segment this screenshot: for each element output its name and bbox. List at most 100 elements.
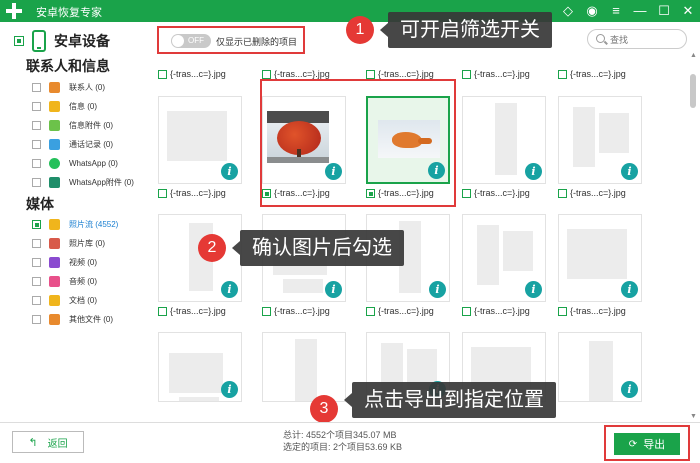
- item-checkbox[interactable]: [32, 314, 41, 324]
- item-checkbox[interactable]: [32, 238, 41, 248]
- device-row[interactable]: 安卓设备: [14, 30, 110, 52]
- blurred-screenshot: [589, 341, 613, 401]
- sidebar-item-label: 照片流 (4552): [69, 219, 119, 229]
- photo-thumbnail[interactable]: i: [158, 214, 242, 302]
- device-checkbox[interactable]: [14, 36, 24, 46]
- photo-thumbnail[interactable]: i: [558, 96, 642, 184]
- message-icon: [49, 100, 60, 112]
- info-icon[interactable]: i: [525, 281, 542, 298]
- photo-checkbox[interactable]: [462, 69, 471, 79]
- info-icon[interactable]: i: [621, 281, 638, 298]
- item-checkbox[interactable]: [32, 177, 41, 187]
- scroll-thumb[interactable]: [690, 74, 696, 108]
- sidebar-item-other-files[interactable]: 其他文件 (0): [32, 312, 113, 326]
- export-button[interactable]: ⟳ 导出: [614, 433, 680, 455]
- item-checkbox[interactable]: [32, 101, 41, 111]
- item-checkbox[interactable]: [32, 276, 41, 286]
- document-icon: [49, 294, 60, 306]
- info-icon[interactable]: i: [525, 163, 542, 180]
- photo-checkbox[interactable]: [366, 306, 375, 316]
- photo-thumbnail[interactable]: i: [558, 214, 642, 302]
- scroll-up-icon[interactable]: ▲: [690, 52, 697, 59]
- sidebar-item-call-log[interactable]: 通话记录 (0): [32, 137, 113, 151]
- photo-checkbox[interactable]: [262, 306, 271, 316]
- step-tooltip-3: 点击导出到指定位置: [344, 382, 556, 418]
- sidebar-item-message-attachments[interactable]: 信息附件 (0): [32, 118, 113, 132]
- sidebar-item-label: WhatsApp附件 (0): [69, 177, 134, 187]
- file-name-row[interactable]: {-tras...c=}.jpg: [366, 305, 460, 317]
- search-input[interactable]: [610, 33, 680, 46]
- photo-thumbnail[interactable]: i: [558, 332, 642, 402]
- file-name-row[interactable]: {-tras...c=}.jpg: [158, 305, 252, 317]
- sidebar-item-audio[interactable]: 音频 (0): [32, 274, 97, 288]
- item-checkbox[interactable]: [32, 257, 41, 267]
- sidebar-item-whatsapp[interactable]: WhatsApp (0): [32, 156, 118, 170]
- photo-thumbnail[interactable]: i: [158, 96, 242, 184]
- info-icon[interactable]: i: [221, 281, 238, 298]
- file-name-row[interactable]: {-tras...c=}.jpg: [558, 305, 652, 317]
- back-button[interactable]: ↰ 返回: [12, 431, 84, 453]
- file-name-row[interactable]: {-tras...c=}.jpg: [558, 187, 652, 199]
- attachment-icon: [49, 119, 60, 131]
- file-name-row[interactable]: {-tras...c=}.jpg: [462, 305, 556, 317]
- photo-stream-icon: [49, 218, 60, 230]
- sidebar-item-whatsapp-attachments[interactable]: WhatsApp附件 (0): [32, 175, 134, 189]
- sidebar-item-photo-library[interactable]: 照片库 (0): [32, 236, 105, 250]
- file-name-row[interactable]: {-tras...c=}.jpg: [558, 68, 652, 80]
- photo-thumbnail[interactable]: i: [158, 332, 242, 402]
- item-checkbox[interactable]: [32, 120, 41, 130]
- file-name-row[interactable]: {-tras...c=}.jpg: [462, 68, 556, 80]
- info-icon[interactable]: i: [221, 381, 238, 398]
- photo-checkbox[interactable]: [366, 69, 375, 79]
- photo-checkbox[interactable]: [262, 69, 271, 79]
- scrollbar[interactable]: ▲ ▼: [688, 52, 698, 420]
- photo-checkbox[interactable]: [158, 69, 167, 79]
- item-checkbox[interactable]: [32, 139, 41, 149]
- selected-items: 选定的项目: 2个项目53.69 KB: [283, 442, 403, 452]
- file-name-row[interactable]: {-tras...c=}.jpg: [262, 305, 356, 317]
- scroll-down-icon[interactable]: ▼: [690, 413, 697, 420]
- file-name-row[interactable]: {-tras...c=}.jpg: [462, 187, 556, 199]
- photo-checkbox[interactable]: [462, 306, 471, 316]
- photo-checkbox[interactable]: [462, 188, 471, 198]
- item-checkbox[interactable]: [32, 295, 41, 305]
- photo-checkbox[interactable]: [158, 306, 167, 316]
- photo-thumbnail[interactable]: [262, 332, 346, 402]
- item-checkbox[interactable]: [32, 158, 41, 168]
- photo-library-icon: [49, 237, 60, 249]
- photo-thumbnail[interactable]: i: [462, 96, 546, 184]
- photo-thumbnail[interactable]: i: [462, 214, 546, 302]
- toggle-state: OFF: [188, 36, 204, 45]
- close-icon[interactable]: ✕: [680, 2, 696, 20]
- file-name: {-tras...c=}.jpg: [378, 306, 434, 316]
- info-icon[interactable]: i: [221, 163, 238, 180]
- chat-icon[interactable]: ◉: [584, 2, 600, 20]
- deleted-only-toggle[interactable]: OFF: [171, 34, 211, 48]
- info-icon[interactable]: i: [325, 281, 342, 298]
- minimize-icon[interactable]: —: [632, 2, 648, 20]
- info-icon[interactable]: i: [621, 381, 638, 398]
- item-checkbox[interactable]: [32, 219, 41, 229]
- sidebar-item-photo-stream[interactable]: 照片流 (4552): [32, 217, 118, 231]
- sidebar-item-documents[interactable]: 文档 (0): [32, 293, 97, 307]
- sidebar-item-contacts[interactable]: 联系人 (0): [32, 80, 105, 94]
- maximize-icon[interactable]: ☐: [656, 2, 672, 20]
- item-checkbox[interactable]: [32, 82, 41, 92]
- sidebar-item-messages[interactable]: 信息 (0): [32, 99, 97, 113]
- file-name-row[interactable]: {-tras...c=}.jpg: [158, 187, 252, 199]
- photo-checkbox[interactable]: [558, 306, 567, 316]
- file-name: {-tras...c=}.jpg: [170, 69, 226, 79]
- file-name: {-tras...c=}.jpg: [378, 69, 434, 79]
- info-icon[interactable]: i: [621, 163, 638, 180]
- file-name-row[interactable]: {-tras...c=}.jpg: [158, 68, 252, 80]
- photo-checkbox[interactable]: [558, 69, 567, 79]
- window-title: 安卓恢复专家: [36, 7, 102, 19]
- photo-checkbox[interactable]: [558, 188, 567, 198]
- info-icon[interactable]: i: [429, 281, 446, 298]
- diamond-icon[interactable]: ◇: [560, 2, 576, 20]
- app-window: 安卓恢复专家 ◇ ◉ ≡ — ☐ ✕ 安卓设备 联系人和信息 联系人 (0) 信…: [0, 0, 700, 463]
- menu-icon[interactable]: ≡: [608, 2, 624, 20]
- sidebar-item-video[interactable]: 视频 (0): [32, 255, 97, 269]
- photo-checkbox[interactable]: [158, 188, 167, 198]
- search-box[interactable]: [587, 29, 687, 49]
